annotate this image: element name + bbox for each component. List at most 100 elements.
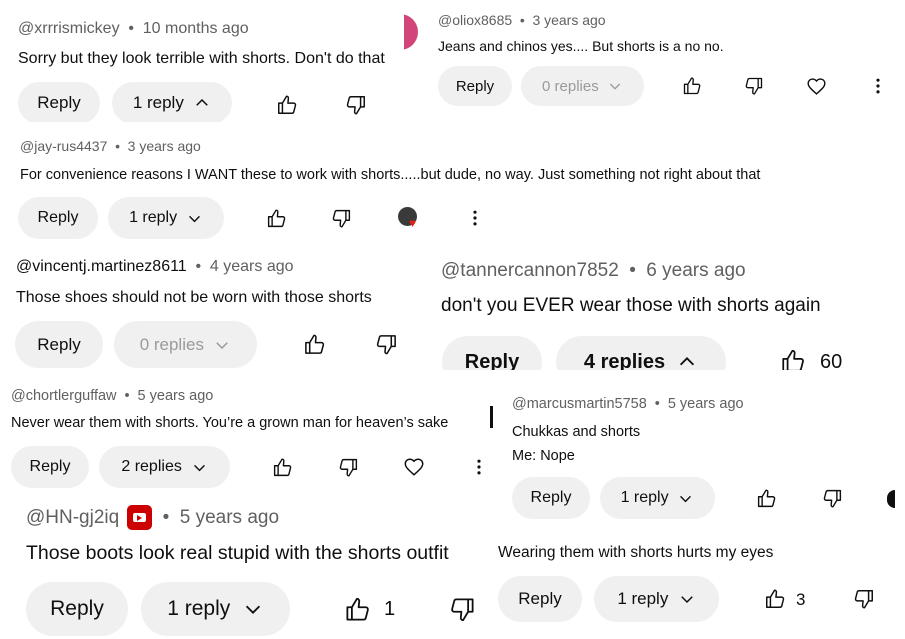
- more-vert-icon[interactable]: [469, 457, 489, 477]
- replies-count-label: 2 replies: [121, 458, 182, 475]
- reply-button[interactable]: Reply: [26, 582, 128, 636]
- thumb-down-icon[interactable]: [449, 596, 476, 623]
- comment-card-oliox8685: @oliox8685 • 3 years ago Jeans and chino…: [418, 0, 905, 118]
- replies-toggle-button[interactable]: 0 replies: [521, 66, 644, 106]
- replies-toggle-button[interactable]: 1 reply: [594, 576, 719, 622]
- comment-timestamp[interactable]: 10 months ago: [143, 20, 249, 38]
- member-badge-icon: [127, 505, 153, 530]
- comment-meta: @HN-gj2iq • 5 years ago: [26, 505, 279, 530]
- heart-icon[interactable]: [806, 76, 827, 97]
- replies-count-label: 1 reply: [617, 589, 669, 608]
- thread-edge-mark: [490, 406, 493, 428]
- comment-timestamp[interactable]: 5 years ago: [668, 396, 744, 412]
- thumb-down-icon[interactable]: [338, 457, 359, 478]
- comment-timestamp[interactable]: 5 years ago: [180, 507, 279, 529]
- comment-card-vincentj-martinez8611: @vincentj.martinez8611 • 4 years ago Tho…: [0, 252, 410, 382]
- comment-author[interactable]: @HN-gj2iq: [26, 507, 119, 529]
- comment-card-xrrrismickey: @xrrrismickey • 10 months ago Sorry but …: [0, 8, 404, 122]
- comment-text-line-2: Me: Nope: [512, 448, 575, 464]
- chevron-down-icon: [191, 459, 208, 476]
- thumb-down-icon[interactable]: [744, 76, 764, 96]
- replies-count-label: 0 replies: [542, 77, 599, 95]
- creator-heart-avatar-icon: ♥: [398, 207, 420, 229]
- heart-icon[interactable]: [403, 456, 425, 478]
- chevron-down-icon: [213, 336, 231, 354]
- comment-author[interactable]: @tannercannon7852: [441, 260, 619, 282]
- replies-toggle-button[interactable]: 0 replies: [114, 321, 257, 368]
- reply-button[interactable]: Reply: [498, 576, 582, 622]
- meta-separator: •: [654, 396, 660, 412]
- thumb-up-icon[interactable]: [682, 76, 702, 96]
- comment-meta: @jay-rus4437 • 3 years ago: [20, 138, 201, 154]
- reply-button[interactable]: Reply: [438, 66, 512, 106]
- comment-text: Those boots look real stupid with the sh…: [26, 542, 449, 564]
- reply-button[interactable]: Reply: [512, 477, 590, 519]
- comment-meta: @xrrrismickey • 10 months ago: [18, 20, 249, 38]
- chevron-down-icon: [607, 78, 623, 94]
- chevron-up-icon: [193, 94, 211, 112]
- comment-author[interactable]: @marcusmartin5758: [512, 396, 647, 412]
- comment-card-jay-rus4437: @jay-rus4437 • 3 years ago For convenien…: [0, 126, 870, 252]
- like-count: 1: [384, 598, 396, 620]
- meta-separator: •: [162, 506, 170, 528]
- more-vert-icon[interactable]: [465, 208, 485, 228]
- thumb-up-icon[interactable]: [780, 348, 806, 370]
- comment-meta: @vincentj.martinez8611 • 4 years ago: [16, 258, 294, 276]
- more-vert-icon[interactable]: [868, 76, 888, 96]
- reply-button[interactable]: Reply: [15, 321, 103, 368]
- comment-author[interactable]: @oliox8685: [438, 12, 512, 28]
- comment-text: Sorry but they look terrible with shorts…: [18, 50, 385, 67]
- comment-text: Never wear them with shorts. You’re a gr…: [11, 415, 449, 431]
- comment-meta: @tannercannon7852 • 6 years ago: [441, 260, 746, 282]
- thumb-down-icon[interactable]: [331, 208, 352, 229]
- reply-button[interactable]: Reply: [18, 197, 98, 239]
- thumb-up-icon[interactable]: [266, 208, 287, 229]
- replies-toggle-button[interactable]: 4 replies: [556, 336, 726, 370]
- comment-author[interactable]: @chortlerguffaw: [11, 388, 117, 404]
- comment-timestamp[interactable]: 3 years ago: [128, 138, 201, 154]
- thumb-down-icon[interactable]: [853, 588, 875, 610]
- thumb-up-icon[interactable]: [272, 457, 293, 478]
- comment-timestamp[interactable]: 4 years ago: [210, 258, 294, 276]
- comment-timestamp[interactable]: 6 years ago: [646, 260, 745, 282]
- replies-toggle-button[interactable]: 1 reply: [112, 82, 232, 122]
- replies-count-label: 1 reply: [620, 489, 669, 506]
- like-count: 60: [820, 351, 843, 370]
- comment-meta: @marcusmartin5758 • 5 years ago: [512, 396, 744, 412]
- replies-toggle-button[interactable]: 1 reply: [108, 197, 224, 239]
- thumb-up-icon[interactable]: [756, 488, 777, 509]
- replies-toggle-button[interactable]: 1 reply: [141, 582, 290, 636]
- comment-author[interactable]: @xrrrismickey: [18, 20, 120, 38]
- reply-button[interactable]: Reply: [442, 336, 542, 370]
- meta-separator: •: [124, 388, 130, 404]
- comment-text: Chukkas and shorts: [512, 424, 641, 440]
- comment-text: Those shoes should not be worn with thos…: [16, 289, 372, 306]
- thumb-down-icon[interactable]: [822, 488, 843, 509]
- comment-text: Wearing them with shorts hurts my eyes: [498, 544, 774, 561]
- thumb-down-icon[interactable]: [345, 94, 367, 116]
- comment-author[interactable]: @vincentj.martinez8611: [16, 258, 187, 276]
- replies-toggle-button[interactable]: 2 replies: [99, 446, 230, 488]
- comment-card-hn-gj2iq: @HN-gj2iq • 5 years ago Those boots look…: [0, 491, 488, 639]
- thumb-up-icon[interactable]: [764, 588, 786, 610]
- meta-separator: •: [115, 138, 120, 154]
- reply-button[interactable]: Reply: [18, 82, 100, 122]
- replies-count-label: 1 reply: [167, 597, 231, 620]
- thumb-down-icon[interactable]: [375, 333, 398, 356]
- reply-button[interactable]: Reply: [11, 446, 89, 488]
- thumb-up-icon[interactable]: [303, 333, 326, 356]
- heart-icon-partial[interactable]: [887, 490, 895, 508]
- meta-separator: •: [195, 258, 202, 275]
- comment-author[interactable]: @jay-rus4437: [20, 138, 107, 154]
- comment-text: For convenience reasons I WANT these to …: [20, 167, 761, 183]
- thumb-up-icon[interactable]: [276, 94, 298, 116]
- comment-card-marcusmartin5758: @marcusmartin5758 • 5 years ago Chukkas …: [490, 378, 905, 533]
- chevron-down-icon: [186, 210, 203, 227]
- meta-separator: •: [128, 20, 134, 37]
- thumb-up-icon[interactable]: [344, 596, 371, 623]
- comment-timestamp[interactable]: 3 years ago: [532, 12, 605, 28]
- chevron-up-icon: [676, 351, 698, 370]
- comment-timestamp[interactable]: 5 years ago: [138, 388, 214, 404]
- replies-toggle-button[interactable]: 1 reply: [600, 477, 715, 519]
- meta-separator: •: [519, 12, 525, 28]
